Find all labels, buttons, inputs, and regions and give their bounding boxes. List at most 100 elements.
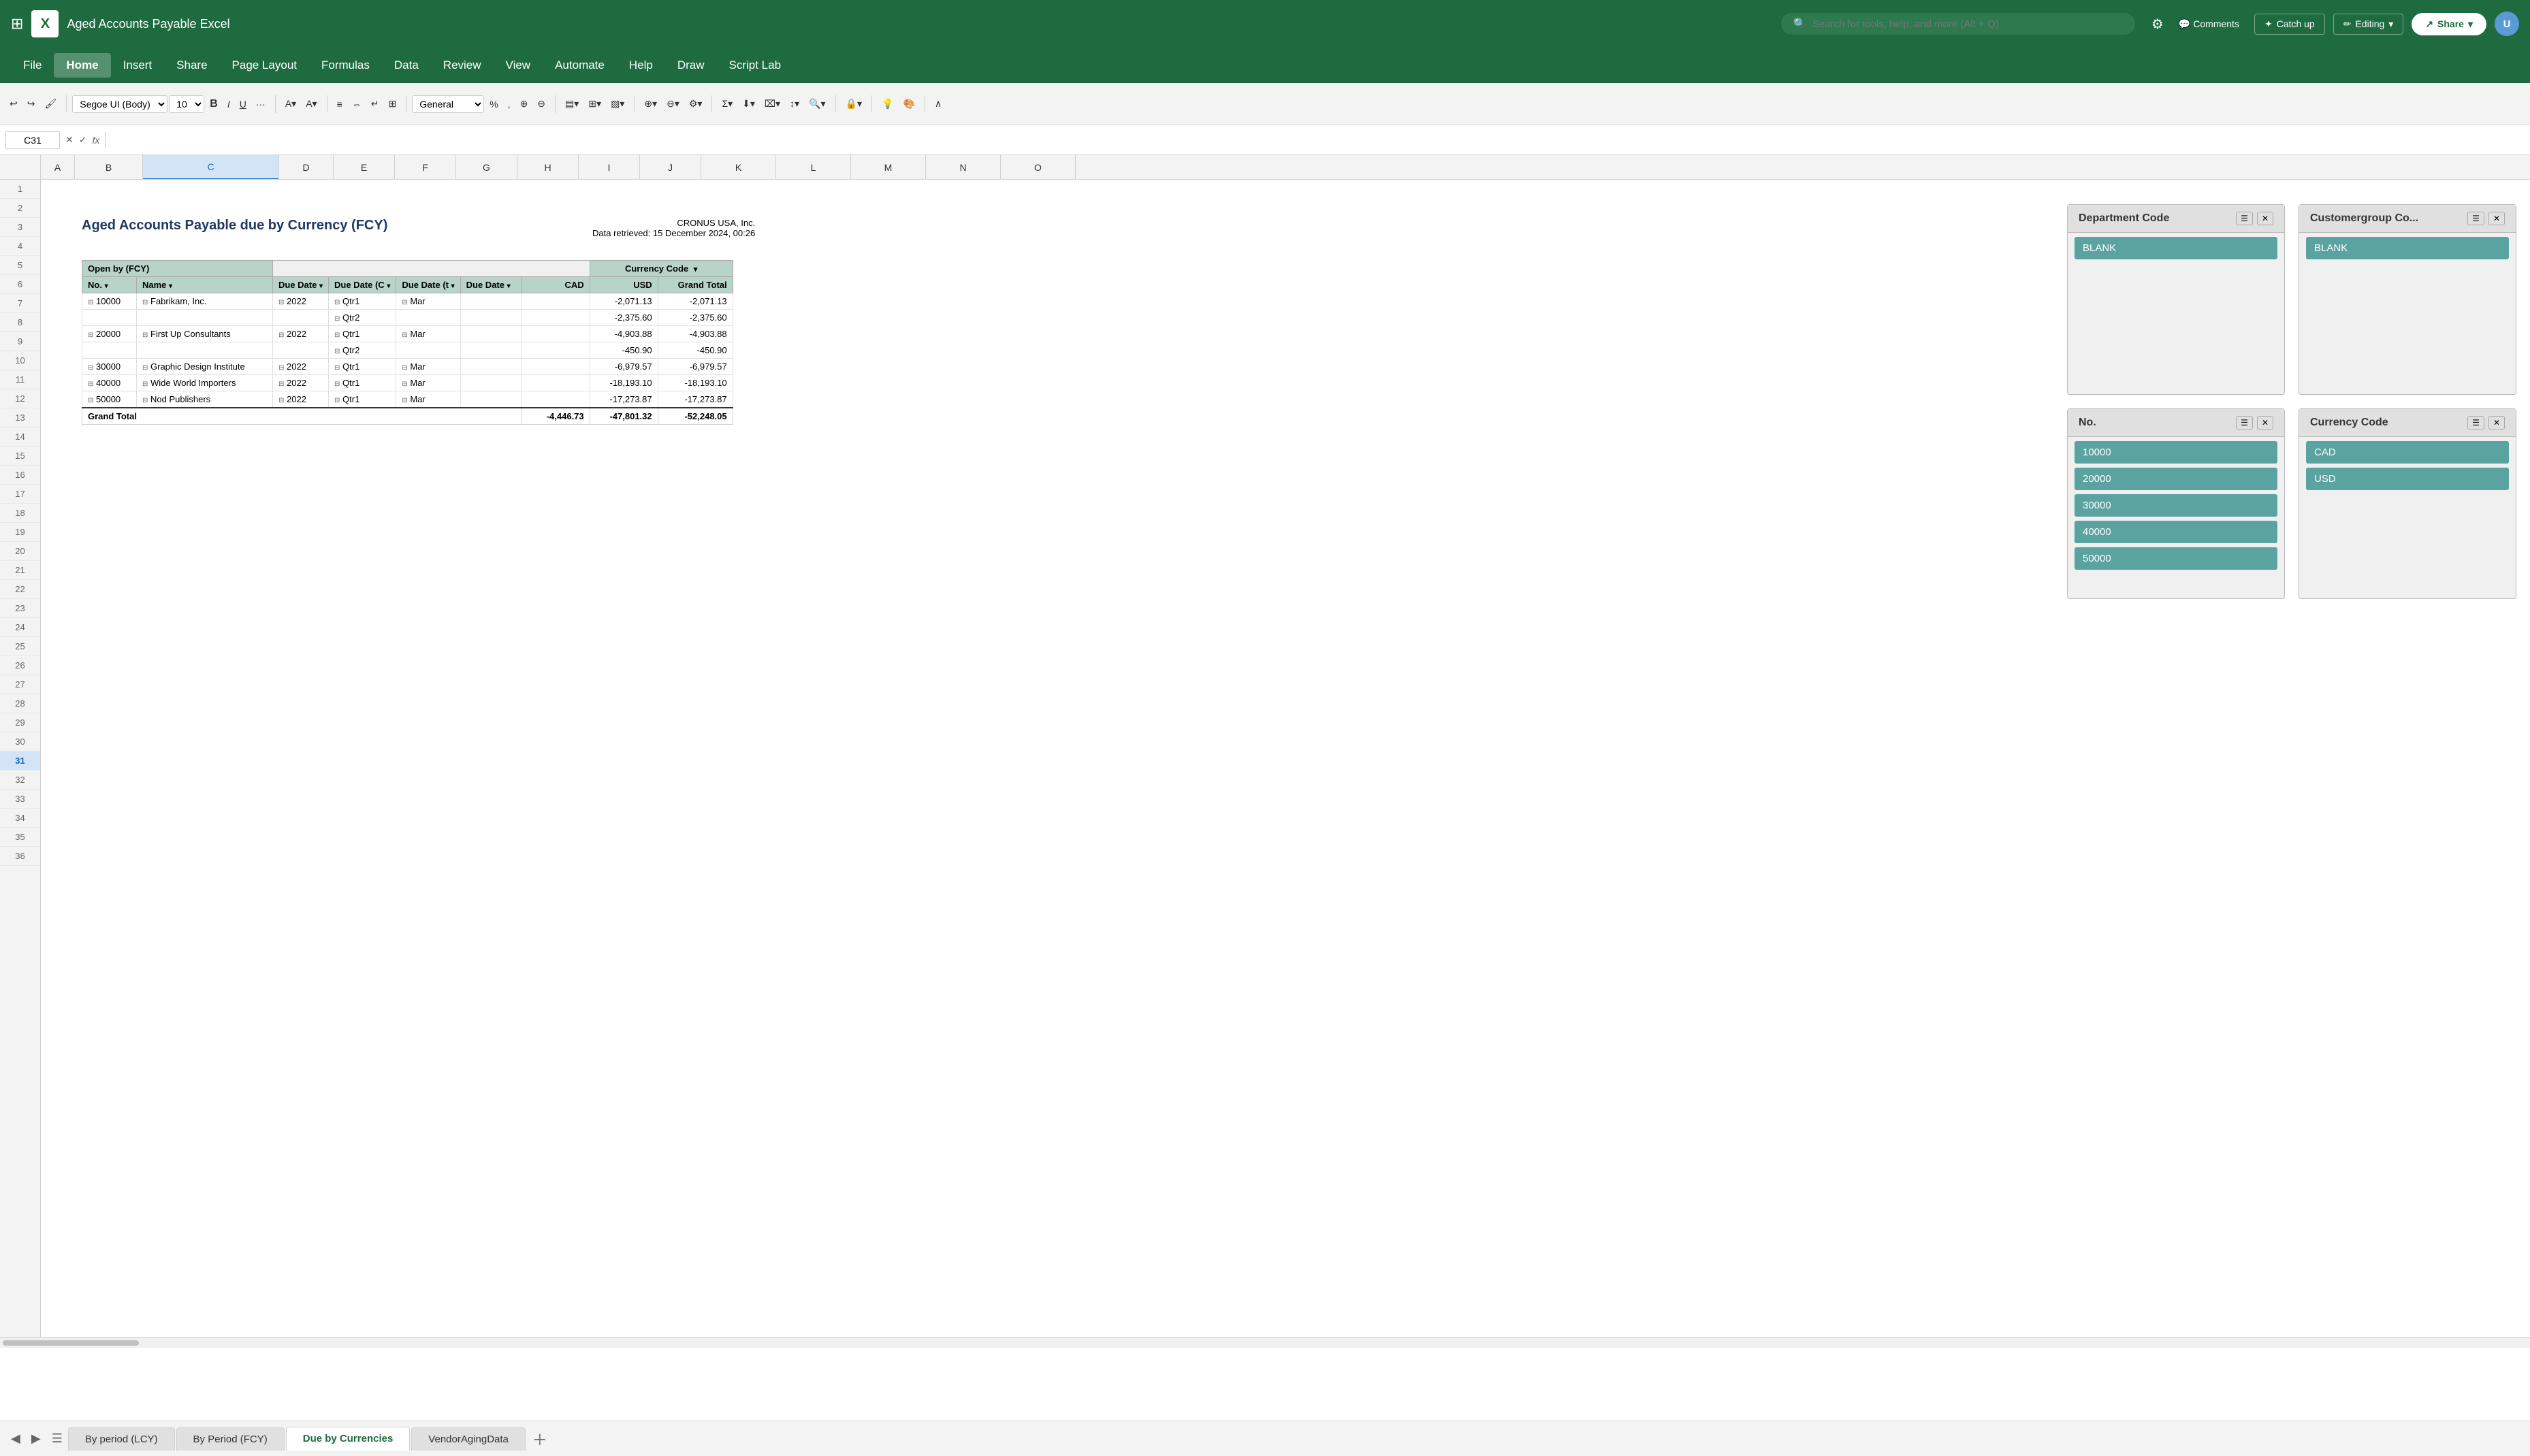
cell-cad-11[interactable] [522,310,590,326]
cell-qtr-12[interactable]: ⊟ Qtr1 [329,326,396,342]
row-num-19[interactable]: 19 [0,523,40,542]
slicer-department-item-blank[interactable]: BLANK [2075,237,2277,259]
settings-icon[interactable]: ⚙ [2151,16,2164,33]
row-num-16[interactable]: 16 [0,466,40,485]
cell-duedate-11[interactable] [460,310,522,326]
table-row[interactable]: ⊟ 10000 ⊟ Fabrikam, Inc. ⊟ 2022 ⊟ Qtr1 ⊟ [82,293,733,310]
cell-year-14[interactable]: ⊟ 2022 [273,359,329,375]
col-header-b[interactable]: B [75,155,143,180]
cell-month-13[interactable] [396,342,460,359]
cell-gt-16[interactable]: -17,273.87 [658,391,733,408]
cell-name-fabrikam[interactable]: ⊟ Fabrikam, Inc. [137,293,273,310]
filter-dropdown-icon[interactable]: ▾ [694,265,698,274]
cell-qtr-10-1[interactable]: ⊟ Qtr1 [329,293,396,310]
col-header-f[interactable]: F [395,155,456,180]
avatar[interactable]: U [2495,12,2519,36]
cell-year-15[interactable]: ⊟ 2022 [273,375,329,391]
cell-gt-10-1[interactable]: -2,071.13 [658,293,733,310]
col-header-m[interactable]: M [851,155,926,180]
slicer-currency-item-usd[interactable]: USD [2306,468,2509,490]
col-header-l[interactable]: L [776,155,851,180]
cell-usd-10-1[interactable]: -2,071.13 [590,293,658,310]
row-num-23[interactable]: 23 [0,599,40,618]
cell-name-firstup[interactable]: ⊟ First Up Consultants [137,326,273,342]
menu-item-home[interactable]: Home [54,53,110,78]
slicer-currency-clear[interactable]: ✕ [2488,416,2505,430]
cell-month-15[interactable]: ⊟ Mar [396,375,460,391]
comments-button[interactable]: 💬 Comments [2172,14,2246,34]
font-color-button[interactable]: A▾ [302,95,321,112]
cell-no-13[interactable] [82,342,137,359]
row-num-7[interactable]: 7 [0,294,40,313]
col-header-j[interactable]: J [640,155,701,180]
cell-usd-15[interactable]: -18,193.10 [590,375,658,391]
cell-year-13[interactable] [273,342,329,359]
fill-color-button[interactable]: A▾ [281,95,300,112]
cell-qtr-15[interactable]: ⊟ Qtr1 [329,375,396,391]
menu-item-draw[interactable]: Draw [665,53,717,78]
cell-no-40000[interactable]: ⊟ 40000 [82,375,137,391]
tab-vendor-aging-data[interactable]: VendorAgingData [411,1427,526,1451]
col-header-c[interactable]: C [143,155,279,180]
row-num-30[interactable]: 30 [0,732,40,751]
table-row-grand-total[interactable]: Grand Total -4,446.73 -47,801.32 -52,248… [82,408,733,425]
cell-no-30000[interactable]: ⊟ 30000 [82,359,137,375]
row-num-17[interactable]: 17 [0,485,40,504]
cell-duedate-10-1[interactable] [460,293,522,310]
cell-year-10-1[interactable]: ⊟ 2022 [273,293,329,310]
slicer-no-item-30000[interactable]: 30000 [2075,494,2277,517]
cell-cad-14[interactable] [522,359,590,375]
cell-name-graphic[interactable]: ⊟ Graphic Design Institute [137,359,273,375]
cell-duedate-15[interactable] [460,375,522,391]
menu-item-view[interactable]: View [494,53,543,78]
col-header-a[interactable]: A [41,155,75,180]
cell-name-13[interactable] [137,342,273,359]
formula-input[interactable] [105,132,2525,148]
format-select[interactable]: General Number Currency Percentage [412,95,484,113]
undo-button[interactable]: ↩ [5,95,22,112]
cell-cad-12[interactable] [522,326,590,342]
cell-month-16[interactable]: ⊟ Mar [396,391,460,408]
menu-item-page-layout[interactable]: Page Layout [220,53,309,78]
cell-usd-14[interactable]: -6,979.57 [590,359,658,375]
clear-button[interactable]: ⌧▾ [760,95,784,112]
format-as-table-button[interactable]: ⊞▾ [584,95,605,112]
row-num-22[interactable]: 22 [0,580,40,599]
slicer-currency-multiselect[interactable]: ☰ [2467,416,2484,430]
insert-button[interactable]: ⊕▾ [640,95,661,112]
cell-reference-input[interactable] [5,131,60,149]
cell-month-11[interactable] [396,310,460,326]
merge-button[interactable]: ⊞ [384,95,400,112]
menu-item-formulas[interactable]: Formulas [309,53,382,78]
slicer-customergroup-multiselect[interactable]: ☰ [2467,212,2484,225]
confirm-formula-icon[interactable]: ✓ [79,134,87,146]
row-num-2[interactable]: 2 [0,199,40,218]
table-row[interactable]: ⊟ 30000 ⊟ Graphic Design Institute ⊟ 202… [82,359,733,375]
sheet-menu-button[interactable]: ☰ [46,1429,68,1449]
font-size-select[interactable]: 10 11 12 [169,95,204,113]
duedateb-filter-icon[interactable]: ▾ [451,282,455,290]
cell-name-wideworld[interactable]: ⊟ Wide World Importers [137,375,273,391]
grand-total-cad[interactable]: -4,446.73 [522,408,590,425]
cell-cad-10-1[interactable] [522,293,590,310]
catch-up-button[interactable]: ✦ Catch up [2254,14,2325,35]
row-num-31[interactable]: 31 [0,751,40,771]
row-num-18[interactable]: 18 [0,504,40,523]
tab-scroll-right-button[interactable]: ▶ [26,1429,46,1449]
table-row[interactable]: ⊟ Qtr2 -450.90 -450.90 [82,342,733,359]
app-grid-icon[interactable]: ⊞ [11,15,23,33]
search-input[interactable] [1812,18,2123,30]
menu-item-file[interactable]: File [11,53,54,78]
tab-scroll-left-button[interactable]: ◀ [5,1429,26,1449]
italic-button[interactable]: I [223,96,234,112]
cell-gt-12[interactable]: -4,903.88 [658,326,733,342]
slicer-currency-item-cad[interactable]: CAD [2306,441,2509,464]
cell-gt-15[interactable]: -18,193.10 [658,375,733,391]
row-num-28[interactable]: 28 [0,694,40,713]
cell-year-12[interactable]: ⊟ 2022 [273,326,329,342]
cell-cad-16[interactable] [522,391,590,408]
row-num-36[interactable]: 36 [0,847,40,866]
cell-month-14[interactable]: ⊟ Mar [396,359,460,375]
cell-usd-11[interactable]: -2,375.60 [590,310,658,326]
share-button[interactable]: ↗ Share ▾ [2412,13,2486,35]
